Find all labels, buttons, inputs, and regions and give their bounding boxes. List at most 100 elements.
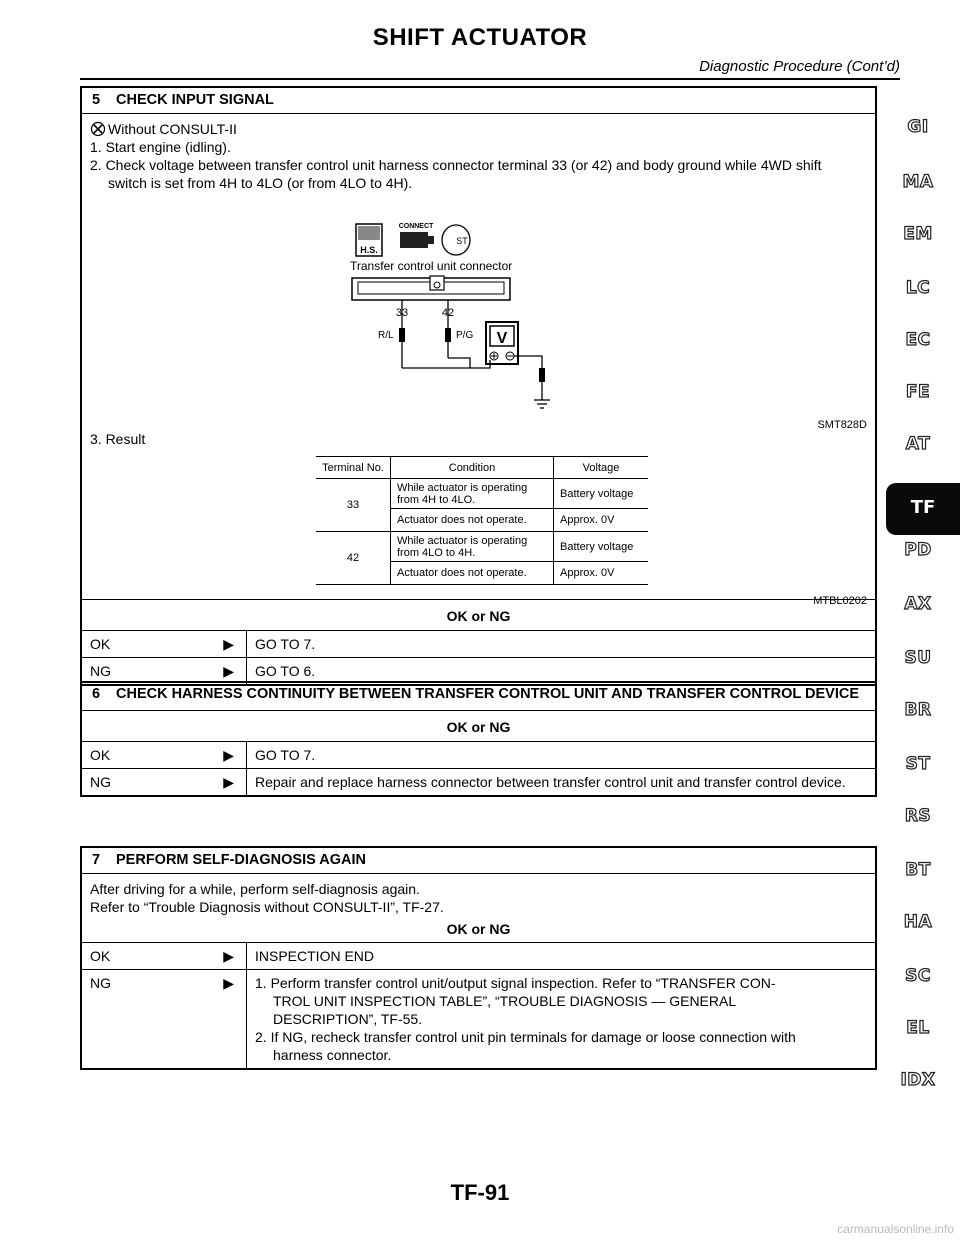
side-tab-em[interactable]: EM: [888, 223, 948, 244]
step-5-box: 5 CHECK INPUT SIGNAL Without CONSULT-II …: [80, 86, 877, 686]
side-tab-ha[interactable]: HA: [888, 911, 948, 932]
side-tab-tf-label: TF: [910, 497, 936, 518]
ng-action: Repair and replace harness connector bet…: [246, 769, 875, 795]
step-6-box: 6 CHECK HARNESS CONTINUITY BETWEEN TRANS…: [80, 681, 877, 797]
ng-step-2: 2. If NG, recheck transfer control unit …: [255, 1029, 796, 1045]
step-6-header: 6 CHECK HARNESS CONTINUITY BETWEEN TRANS…: [82, 683, 875, 711]
arrow-icon: ▶: [223, 636, 234, 652]
col-condition: Condition: [390, 456, 554, 479]
step-7-body: After driving for a while, perform self-…: [82, 874, 875, 943]
condition-cell: While actuator is operating from 4LO to …: [390, 531, 554, 562]
side-tab-tf[interactable]: TF: [886, 483, 960, 535]
mode-label: Without CONSULT-II: [108, 121, 237, 137]
step-5-body: Without CONSULT-II 1. Start engine (idli…: [82, 114, 875, 607]
side-tab-pd[interactable]: PD: [888, 539, 948, 560]
side-tab-ec[interactable]: EC: [888, 329, 948, 350]
body-line-1: After driving for a while, perform self-…: [90, 881, 420, 897]
step-title: CHECK INPUT SIGNAL: [116, 92, 274, 108]
side-tab-br[interactable]: BR: [888, 699, 948, 720]
st-label: ST: [456, 236, 468, 246]
ok-or-ng-label: OK or NG: [82, 600, 875, 631]
result-ng-row: NG ▶ 1. Perform transfer control unit/out…: [82, 970, 875, 1068]
page-number: TF-91: [450, 1180, 510, 1205]
page-subtitle: Diagnostic Procedure (Cont’d): [699, 58, 900, 75]
side-tab-rs[interactable]: RS: [888, 805, 948, 826]
watermark: carmanualsonline.info: [837, 1222, 954, 1236]
result-ok-row: OK ▶ GO TO 7.: [82, 742, 875, 769]
arrow-icon: ▶: [223, 948, 234, 964]
ng-label: NG: [90, 663, 111, 679]
arrow-icon: ▶: [223, 774, 234, 790]
side-tab-ma[interactable]: MA: [888, 171, 948, 192]
side-tab-gi[interactable]: GI: [888, 116, 948, 137]
wiring-diagram: H.S. CONNECT ST Transfer control unit co…: [350, 223, 550, 409]
page-title: SHIFT ACTUATOR: [372, 24, 588, 51]
wire-pg-label: P/G: [456, 330, 473, 341]
col-voltage: Voltage: [582, 461, 620, 474]
voltage-cell: Battery voltage: [560, 487, 634, 500]
side-tab-at[interactable]: AT: [888, 433, 948, 454]
instruction-1: 1. Start engine (idling).: [90, 139, 231, 155]
connect-label: CONNECT: [399, 223, 434, 230]
side-tab-idx[interactable]: IDX: [888, 1069, 948, 1090]
ng-label: NG: [90, 774, 111, 790]
side-tab-fe[interactable]: FE: [888, 381, 948, 402]
instruction-2: 2. Check voltage between transfer contro…: [90, 157, 822, 173]
ok-action: INSPECTION END: [246, 943, 875, 969]
side-tab-ax[interactable]: AX: [888, 593, 948, 614]
step-5-header: 5 CHECK INPUT SIGNAL: [82, 88, 875, 114]
ng-step-1-cont: DESCRIPTION”, TF-55.: [273, 1011, 423, 1027]
header-rule: [80, 78, 900, 80]
side-tab-st[interactable]: ST: [888, 753, 948, 774]
ok-label: OK: [90, 636, 111, 652]
voltage-cell: Approx. 0V: [560, 514, 615, 526]
side-tab-el[interactable]: EL: [888, 1017, 948, 1038]
terminal-cell: 42: [316, 531, 391, 585]
ng-step-1-cont: TROL UNIT INSPECTION TABLE”, “TROUBLE DI…: [273, 993, 737, 1009]
figure-code-1: SMT828D: [817, 419, 867, 431]
ng-step-2-cont: harness connector.: [273, 1047, 392, 1063]
hs-label: H.S.: [360, 245, 378, 255]
step-number: 5: [92, 92, 101, 108]
terminal-cell: 33: [316, 478, 391, 532]
arrow-icon: ▶: [223, 747, 234, 763]
no-consult-icon: [90, 121, 106, 137]
body-line-2: Refer to “Trouble Diagnosis without CONS…: [90, 899, 444, 915]
ok-label: OK: [90, 948, 111, 964]
step-number: 7: [92, 852, 101, 868]
side-tab-sc[interactable]: SC: [888, 965, 948, 986]
arrow-icon: ▶: [223, 975, 234, 991]
voltage-cell: Approx. 0V: [560, 567, 615, 579]
ng-label: NG: [90, 975, 111, 991]
ok-action: GO TO 7.: [246, 742, 875, 768]
ok-or-ng-label: OK or NG: [446, 921, 511, 937]
condition-cell: Actuator does not operate.: [390, 508, 554, 532]
wire-rl-label: R/L: [378, 330, 394, 341]
ok-label: OK: [90, 747, 111, 763]
connector-label: Transfer control unit connector: [350, 259, 512, 273]
step-number: 6: [92, 686, 101, 702]
step-7-header: 7 PERFORM SELF-DIAGNOSIS AGAIN: [82, 848, 875, 874]
side-tab-su[interactable]: SU: [888, 647, 948, 668]
ng-step-1: 1. Perform transfer control unit/output …: [255, 975, 776, 991]
step-7-box: 7 PERFORM SELF-DIAGNOSIS AGAIN After dri…: [80, 846, 877, 1070]
ok-action: GO TO 7.: [246, 631, 875, 657]
result-ok-row: OK ▶ INSPECTION END: [82, 943, 875, 970]
side-tab-lc[interactable]: LC: [888, 277, 948, 298]
side-tab-bt[interactable]: BT: [888, 859, 948, 880]
voltage-cell: Battery voltage: [560, 540, 634, 553]
arrow-icon: ▶: [223, 663, 234, 679]
instruction-3: 3. Result: [90, 431, 146, 447]
result-ok-row: OK ▶ GO TO 7.: [82, 631, 875, 658]
step-title: CHECK HARNESS CONTINUITY BETWEEN TRANSFE…: [116, 686, 860, 702]
ok-or-ng-label: OK or NG: [82, 711, 875, 742]
step-title: PERFORM SELF-DIAGNOSIS AGAIN: [116, 852, 366, 868]
mode-line: Without CONSULT-II: [90, 120, 867, 138]
result-ng-row: NG ▶ Repair and replace harness connector…: [82, 769, 875, 795]
condition-cell: While actuator is operating from 4H to 4…: [390, 478, 554, 509]
ng-action: 1. Perform transfer control unit/output …: [246, 970, 875, 1068]
instruction-2-cont: switch is set from 4H to 4LO (or from 4L…: [108, 175, 413, 191]
condition-cell: Actuator does not operate.: [390, 561, 554, 585]
col-terminal: Terminal No.: [316, 456, 391, 479]
voltmeter-label: V: [497, 330, 508, 347]
